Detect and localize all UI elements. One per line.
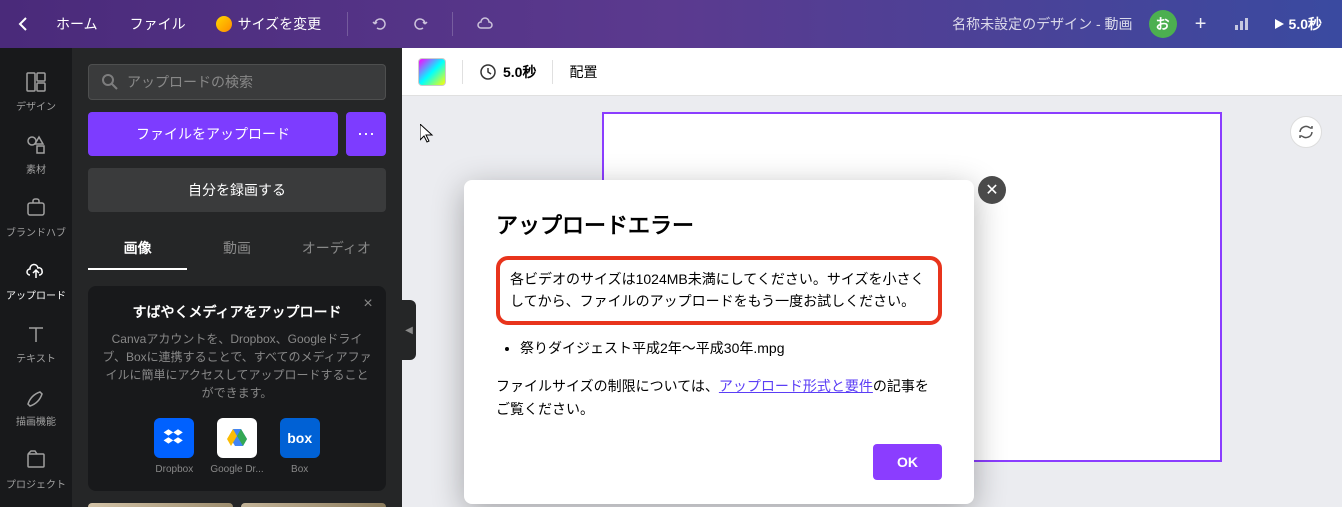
play-duration[interactable]: 5.0秒	[1265, 10, 1330, 38]
modal-file-item: 祭りダイジェスト平成2年～平成30年.mpg	[520, 337, 942, 359]
modal-backdrop: ✕ アップロードエラー 各ビデオのサイズは1024MB未満にしてください。サイズ…	[0, 48, 1342, 507]
modal-title: アップロードエラー	[496, 208, 942, 240]
divider	[452, 12, 453, 36]
back-button[interactable]	[12, 12, 36, 36]
modal-close-button[interactable]: ✕	[978, 176, 1006, 204]
modal-link[interactable]: アップロード形式と要件	[719, 378, 873, 394]
user-avatar[interactable]: お	[1149, 10, 1177, 38]
modal-file-list: 祭りダイジェスト平成2年～平成30年.mpg	[496, 337, 942, 359]
design-title[interactable]: 名称未設定のデザイン - 動画	[952, 14, 1132, 34]
analytics-button[interactable]	[1225, 8, 1257, 40]
modal-info: ファイルサイズの制限については、アップロード形式と要件の記事をご覧ください。	[496, 375, 942, 420]
crown-icon	[216, 16, 232, 32]
file-menu[interactable]: ファイル	[118, 8, 198, 40]
divider	[347, 12, 348, 36]
modal-message: 各ビデオのサイズは1024MB未満にしてください。サイズを小さくしてから、ファイ…	[496, 256, 942, 325]
redo-button[interactable]	[404, 8, 436, 40]
resize-label: サイズを変更	[238, 14, 322, 34]
undo-button[interactable]	[364, 8, 396, 40]
modal-ok-button[interactable]: OK	[873, 444, 942, 480]
error-modal: ✕ アップロードエラー 各ビデオのサイズは1024MB未満にしてください。サイズ…	[464, 180, 974, 504]
home-link[interactable]: ホーム	[44, 8, 110, 40]
add-button[interactable]: +	[1185, 8, 1217, 40]
top-bar-right: 名称未設定のデザイン - 動画 お + 5.0秒	[952, 8, 1330, 40]
top-bar-left: ホーム ファイル サイズを変更	[12, 8, 501, 40]
top-bar: ホーム ファイル サイズを変更 名称未設定のデザイン - 動画 お + 5.0秒	[0, 0, 1342, 48]
duration-label: 5.0秒	[1289, 14, 1322, 34]
cloud-button[interactable]	[469, 8, 501, 40]
resize-button[interactable]: サイズを変更	[206, 8, 332, 40]
modal-actions: OK	[496, 444, 942, 480]
modal-info-before: ファイルサイズの制限については、	[496, 378, 719, 394]
